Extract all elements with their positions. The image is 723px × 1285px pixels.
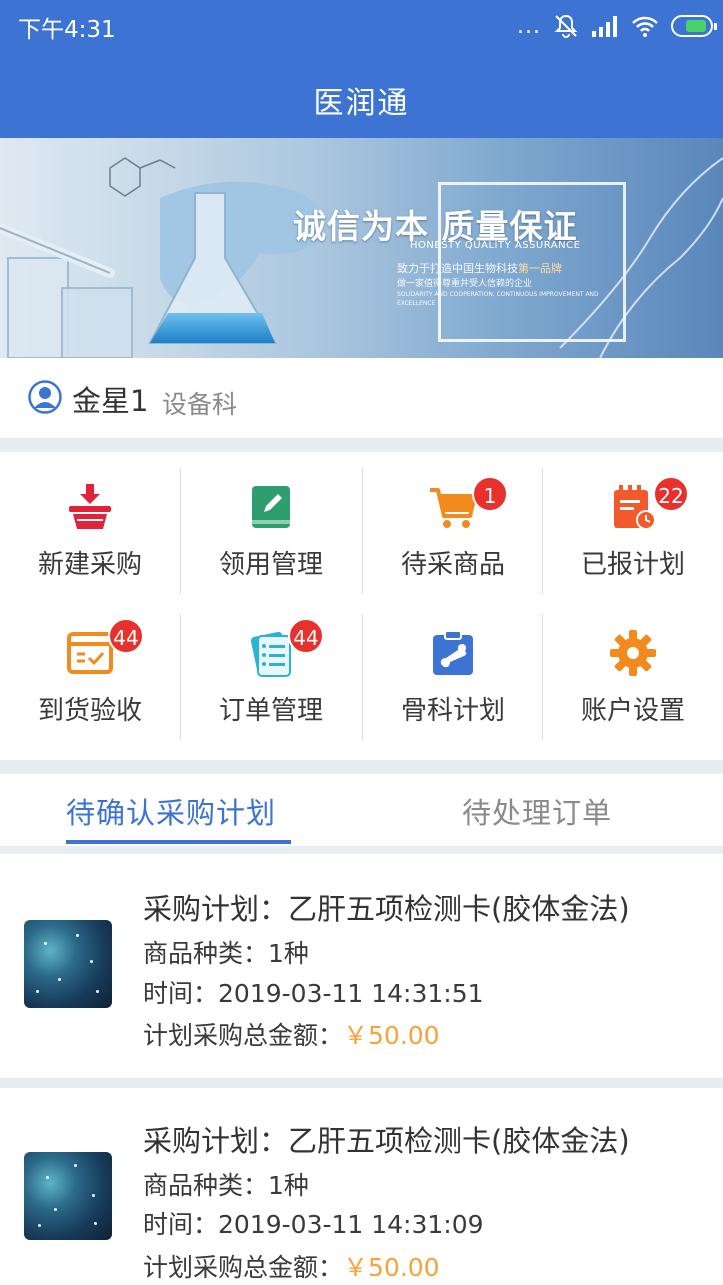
- banner-tagline-3: SOLIDARITY AND COOPERATION, CONTINUOUS I…: [397, 291, 599, 307]
- plan-amount: 计划采购总金额：￥50.00: [143, 1248, 440, 1284]
- section-divider: [0, 760, 723, 774]
- banner-subtitle: HONESTY QUALITY ASSURANCE: [410, 240, 581, 251]
- basket-download-icon: [69, 484, 111, 529]
- user-avatar-icon: [28, 380, 62, 414]
- menu-new-purchase[interactable]: 新建采购: [0, 452, 180, 598]
- menu-delivery-acceptance[interactable]: 44 到货验收: [0, 598, 180, 744]
- section-divider: [0, 846, 723, 854]
- banner-tagline: 致力于打造中国生物科技第一品牌: [397, 260, 562, 276]
- menu-pending-goods[interactable]: 1 待采商品: [363, 452, 543, 598]
- list-item[interactable]: 采购计划：乙肝五项检测卡(胶体金法) 商品种类：1种 时间：2019-03-11…: [0, 854, 723, 1078]
- more-dots-icon: ...: [517, 13, 541, 39]
- battery-icon: [671, 15, 717, 37]
- section-divider: [0, 438, 723, 452]
- plan-time-value: 2019-03-11 14:31:09: [218, 1210, 484, 1239]
- mute-bell-icon: [554, 14, 578, 38]
- calendar-clock-icon: [614, 485, 656, 530]
- tab-bar: 待确认采购计划 待处理订单: [0, 774, 723, 846]
- status-icons: ...: [517, 8, 717, 44]
- notebook-edit-icon: [252, 486, 290, 528]
- badge: 1: [472, 476, 508, 512]
- user-name: 金星1: [72, 384, 149, 418]
- menu-label: 领用管理: [218, 550, 323, 580]
- app-title: 医润通: [313, 86, 410, 121]
- plan-thumbnail: [24, 1152, 112, 1240]
- plan-amount-value: ￥50.00: [343, 1021, 440, 1050]
- plan-amount-value: ￥50.00: [343, 1253, 440, 1282]
- banner-tagline-b: 第一品牌: [518, 262, 562, 275]
- menu-account-settings[interactable]: 账户设置: [543, 598, 723, 744]
- plan-thumbnail: [24, 920, 112, 1008]
- badge: 22: [653, 476, 689, 512]
- tab-active-indicator: [66, 840, 291, 844]
- plan-kind-value: 1种: [268, 1171, 309, 1200]
- menu-reported-plans[interactable]: 22 已报计划: [543, 452, 723, 598]
- plan-amount-label: 计划采购总金额：: [143, 1021, 344, 1050]
- menu-label: 已报计划: [580, 550, 685, 580]
- menu-order-management[interactable]: 44 订单管理: [181, 598, 361, 744]
- menu-label: 骨科计划: [400, 696, 505, 726]
- plan-title: 采购计划：乙肝五项检测卡(胶体金法): [143, 892, 630, 926]
- plan-kind: 商品种类：1种: [143, 1166, 309, 1202]
- status-time: 下午4:31: [18, 17, 116, 43]
- plan-kind-value: 1种: [268, 939, 309, 968]
- menu-label: 订单管理: [218, 696, 323, 726]
- plan-time: 时间：2019-03-11 14:31:09: [143, 1205, 484, 1241]
- user-department: 设备科: [162, 390, 238, 419]
- tab-pending-plans[interactable]: 待确认采购计划: [66, 790, 276, 832]
- plan-time-value: 2019-03-11 14:31:51: [218, 979, 484, 1008]
- signal-icon: [592, 16, 617, 37]
- menu-label: 新建采购: [37, 550, 142, 580]
- function-menu-grid: 新建采购 领用管理 1 待采商品 22 已报计划 44 到货验收 44 订单管理…: [0, 452, 723, 760]
- user-info-row[interactable]: 金星1 设备科: [0, 358, 723, 438]
- plan-kind-label: 商品种类：: [143, 939, 269, 968]
- badge: 44: [288, 618, 324, 654]
- shopping-cart-icon: [430, 488, 477, 528]
- menu-usage-management[interactable]: 领用管理: [181, 452, 361, 598]
- menu-label: 账户设置: [580, 696, 685, 726]
- plan-kind-label: 商品种类：: [143, 1171, 269, 1200]
- app-header: 下午4:31 ... 医润通: [0, 0, 723, 138]
- wifi-icon: [632, 16, 658, 37]
- banner-tagline-a: 致力于打造中国生物科技: [397, 262, 518, 275]
- menu-label: 待采商品: [400, 550, 505, 580]
- plan-time-label: 时间：: [143, 979, 219, 1008]
- plan-amount: 计划采购总金额：￥50.00: [143, 1016, 440, 1052]
- badge: 44: [108, 618, 144, 654]
- plan-time: 时间：2019-03-11 14:31:51: [143, 974, 484, 1010]
- bone-clipboard-icon: [433, 630, 473, 675]
- plan-amount-label: 计划采购总金额：: [143, 1253, 344, 1282]
- list-item[interactable]: 采购计划：乙肝五项检测卡(胶体金法) 商品种类：1种 时间：2019-03-11…: [0, 1088, 723, 1285]
- promo-banner[interactable]: 诚信为本 质量保证 HONESTY QUALITY ASSURANCE 致力于打…: [0, 138, 723, 358]
- plan-title: 采购计划：乙肝五项检测卡(胶体金法): [143, 1124, 630, 1158]
- banner-tagline-2: 做一家值得尊重并受人信赖的企业: [397, 279, 533, 289]
- gear-icon: [610, 630, 656, 676]
- tab-pending-orders[interactable]: 待处理订单: [462, 790, 612, 832]
- menu-label: 到货验收: [37, 696, 142, 726]
- menu-orthopedic-plans[interactable]: 骨科计划: [363, 598, 543, 744]
- list-divider: [0, 1078, 723, 1088]
- plan-time-label: 时间：: [143, 1210, 219, 1239]
- plan-kind: 商品种类：1种: [143, 934, 309, 970]
